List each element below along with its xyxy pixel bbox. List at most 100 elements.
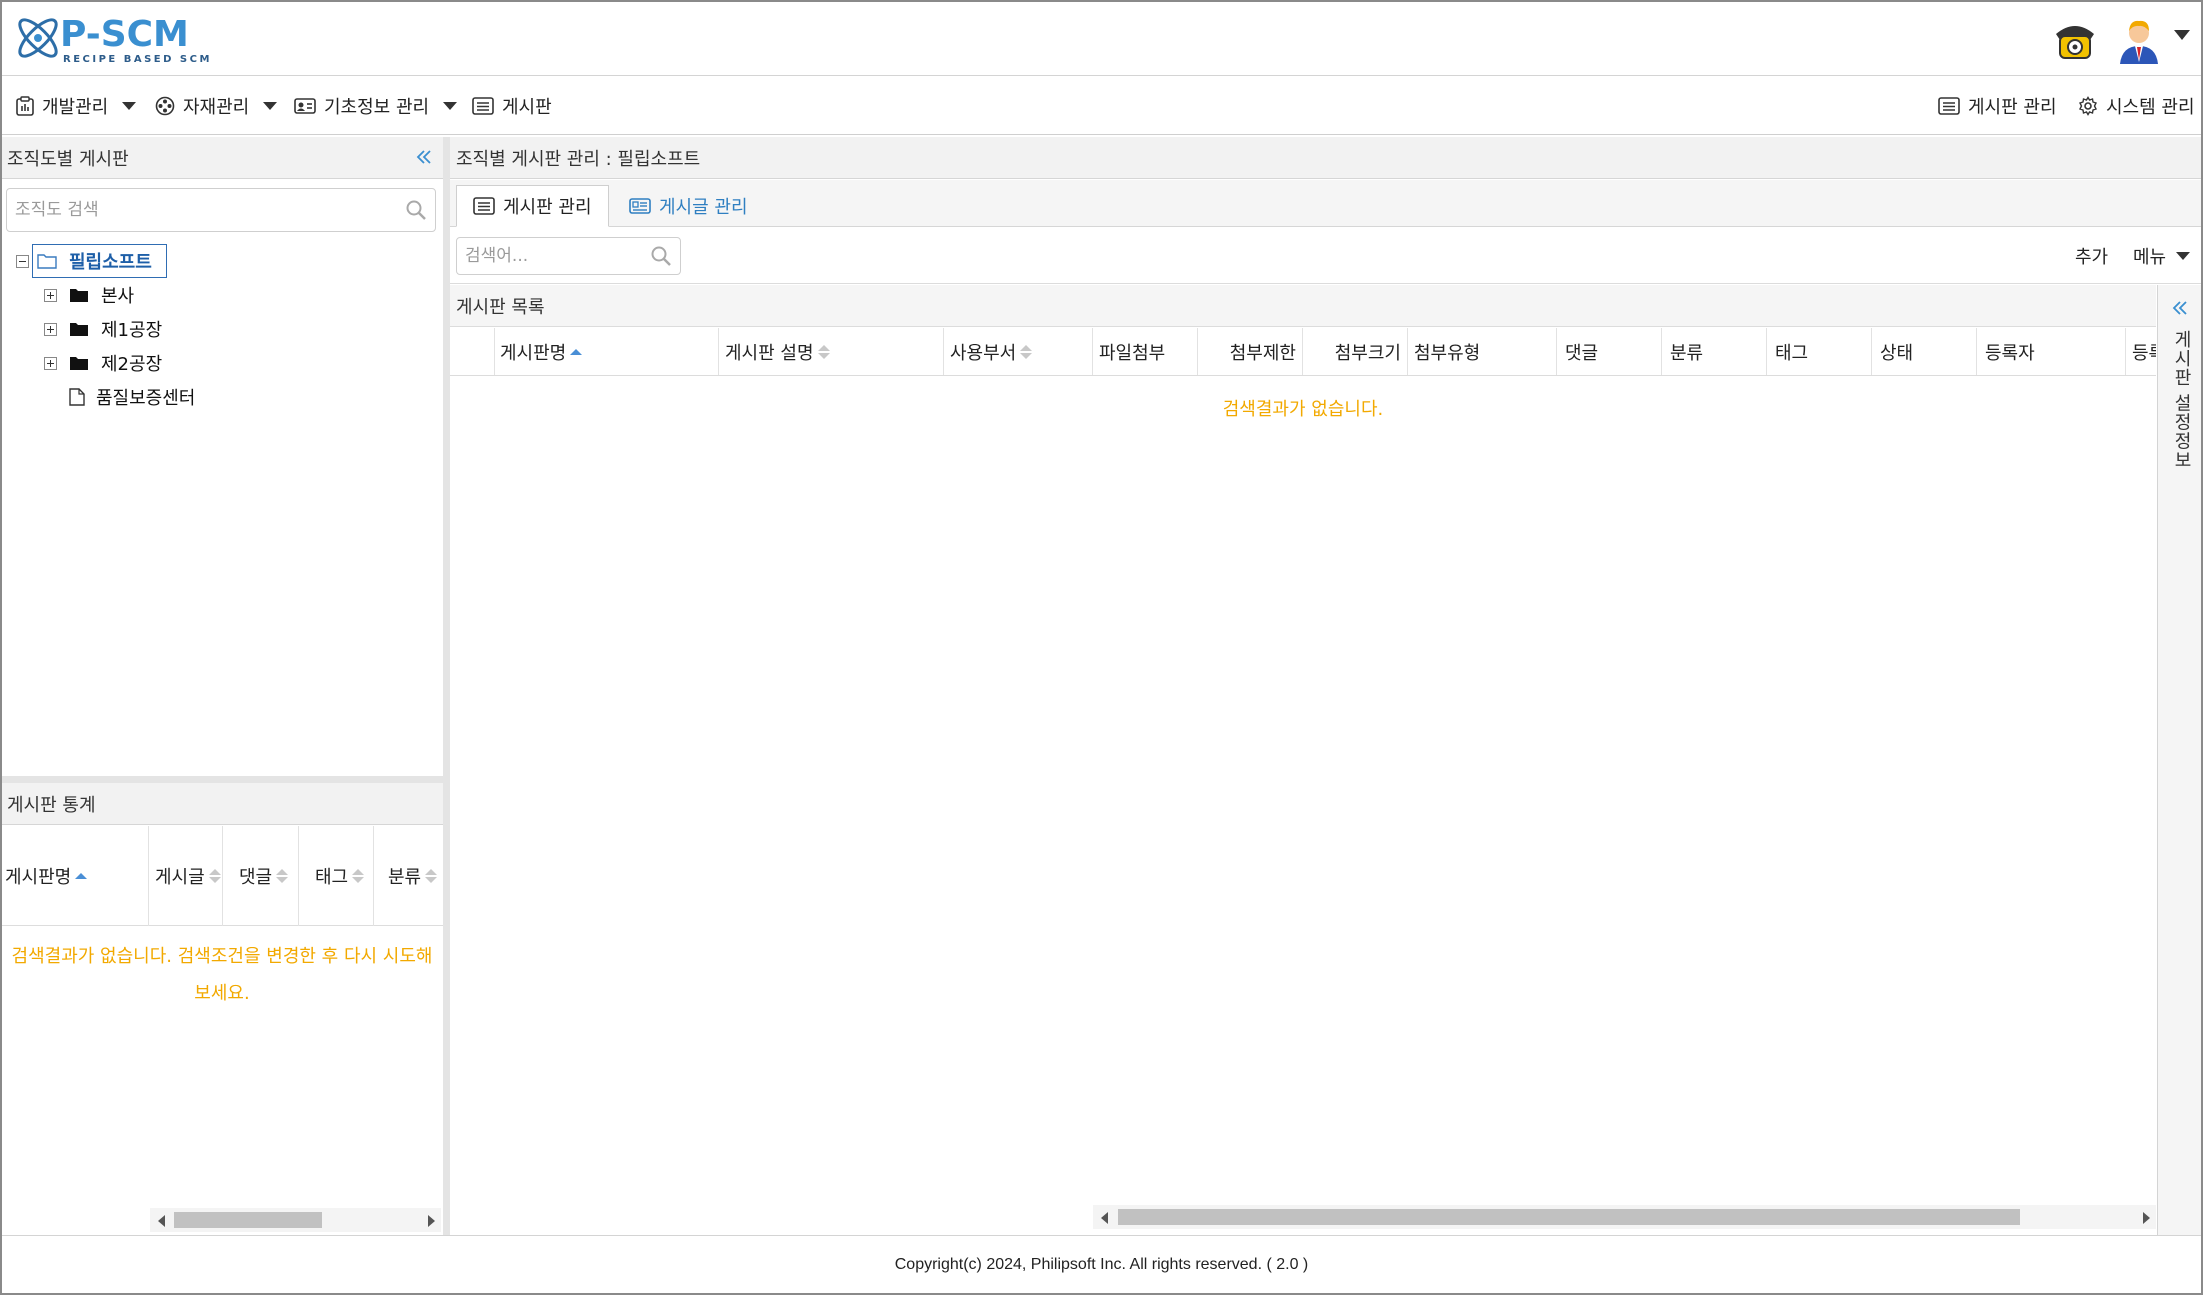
chevron-down-icon <box>443 102 458 110</box>
left-panel-splitter[interactable] <box>2 776 443 783</box>
nav-item-system-admin[interactable]: 시스템 관리 <box>2078 77 2195 135</box>
nav-item-master-data[interactable]: 기초정보 관리 <box>294 77 458 135</box>
column-label: 등록자 <box>1985 343 2035 364</box>
folder-icon <box>70 357 88 370</box>
grid-col-status[interactable]: 상태 <box>1872 328 1977 375</box>
board-toolbar: 추가 메뉴 <box>450 228 2201 284</box>
double-chevron-left-icon[interactable] <box>2171 299 2189 317</box>
expand-toggle-icon[interactable] <box>44 322 57 336</box>
main-content: 조직별 게시판 관리 : 필립소프트 게시판 관리 게시글 관리 추가 메뉴 게… <box>450 137 2201 1235</box>
main-splitter[interactable] <box>443 137 450 1235</box>
column-label: 댓글 <box>1565 343 1599 364</box>
tree-node-plant1[interactable]: 제1공장 <box>44 313 162 345</box>
tab-board-manage[interactable]: 게시판 관리 <box>456 185 609 227</box>
nav-item-materials[interactable]: 자재관리 <box>155 77 278 135</box>
nav-label: 게시판 관리 <box>1968 97 2057 118</box>
search-icon[interactable] <box>650 245 672 267</box>
tree-node-qa-center[interactable]: 품질보증센터 <box>69 381 195 413</box>
column-label: 게시판명 <box>500 343 567 364</box>
collapse-toggle-icon[interactable] <box>16 254 29 268</box>
grid-col-attach-type[interactable]: 첨부유형 <box>1408 328 1557 375</box>
column-label: 댓글 <box>239 867 273 888</box>
column-label: 상태 <box>1880 343 1914 364</box>
scrollbar-thumb[interactable] <box>174 1212 322 1228</box>
nav-item-board[interactable]: 게시판 <box>472 77 552 135</box>
chevron-down-icon <box>2176 252 2191 260</box>
id-card-icon <box>294 98 316 114</box>
gear-icon <box>2079 96 2097 116</box>
grid-horizontal-scrollbar[interactable] <box>1093 1205 2156 1229</box>
tree-node-root[interactable]: 필립소프트 <box>16 245 152 277</box>
side-panel-label: 게시판 설정정보 <box>2171 330 2192 470</box>
stats-col-comments[interactable]: 댓글 <box>223 826 299 926</box>
sort-icon <box>817 345 830 359</box>
nav-label: 기초정보 관리 <box>324 97 430 118</box>
grid-col-board-desc[interactable]: 게시판 설명 <box>719 328 944 375</box>
nav-item-development[interactable]: 개발관리 <box>16 77 137 135</box>
stats-col-board-name[interactable]: 게시판명 <box>2 826 149 926</box>
menu-button[interactable]: 메뉴 <box>2133 228 2191 284</box>
org-search-input[interactable] <box>15 200 351 220</box>
add-button[interactable]: 추가 <box>2075 228 2108 284</box>
user-menu-caret-icon[interactable] <box>2174 30 2190 40</box>
top-header: P-SCM RECIPE BASED SCM <box>2 2 2201 76</box>
user-avatar-icon[interactable] <box>2114 16 2164 64</box>
grid-col-attach-limit[interactable]: 첨부제한 <box>1198 328 1303 375</box>
search-icon[interactable] <box>405 199 427 221</box>
stats-col-category[interactable]: 분류 <box>374 826 443 926</box>
scroll-right-icon[interactable] <box>2143 1212 2150 1224</box>
list-title: 게시판 목록 <box>456 296 545 318</box>
logo-subtitle: RECIPE BASED SCM <box>63 54 212 65</box>
scroll-right-icon[interactable] <box>428 1215 435 1227</box>
board-stats-header: 게시판 통계 <box>2 783 443 825</box>
list-icon <box>1938 97 1960 115</box>
tab-post-manage[interactable]: 게시글 관리 <box>613 185 764 227</box>
org-search-field[interactable] <box>6 188 436 232</box>
nav-label: 게시판 <box>502 97 552 118</box>
chevron-down-icon <box>122 102 137 110</box>
sort-icon <box>208 869 221 883</box>
stats-col-posts[interactable]: 게시글 <box>149 826 223 926</box>
grid-col-board-name[interactable]: 게시판명 <box>495 328 719 375</box>
grid-col-registered[interactable]: 등록 <box>2126 328 2156 375</box>
folder-open-icon <box>37 254 57 269</box>
clipboard-icon <box>16 96 34 116</box>
document-icon <box>69 388 85 406</box>
scroll-left-icon[interactable] <box>1101 1212 1108 1224</box>
scrollbar-thumb[interactable] <box>1118 1209 2020 1225</box>
grid-col-tags[interactable]: 태그 <box>1767 328 1872 375</box>
stats-horizontal-scrollbar[interactable] <box>150 1208 441 1232</box>
page-title: 조직별 게시판 관리 : 필립소프트 <box>456 148 701 170</box>
grid-col-category[interactable]: 분류 <box>1662 328 1767 375</box>
tree-node-label: 제2공장 <box>101 354 163 375</box>
grid-col-file-attach[interactable]: 파일첨부 <box>1093 328 1198 375</box>
board-search-input[interactable] <box>465 246 637 266</box>
column-label: 첨부제한 <box>1229 343 1296 364</box>
org-board-header: 조직도별 게시판 <box>2 137 443 179</box>
nav-item-board-admin[interactable]: 게시판 관리 <box>1938 77 2057 135</box>
folder-icon <box>70 289 88 302</box>
board-search-field[interactable] <box>456 237 681 275</box>
tree-node-hq[interactable]: 본사 <box>44 279 134 311</box>
expand-toggle-icon[interactable] <box>44 356 57 370</box>
menu-button-label: 메뉴 <box>2133 247 2167 268</box>
column-label: 파일첨부 <box>1099 343 1166 364</box>
board-settings-side-panel[interactable]: 게시판 설정정보 <box>2157 285 2201 1235</box>
scroll-left-icon[interactable] <box>158 1215 165 1227</box>
double-chevron-left-icon[interactable] <box>415 148 433 166</box>
stats-col-tags[interactable]: 태그 <box>299 826 374 926</box>
board-grid-header: 게시판명 게시판 설명 사용부서 파일첨부 첨부제한 첨부크기 첨부유형 댓글 … <box>450 328 2156 376</box>
phone-icon[interactable] <box>2050 16 2100 64</box>
grid-col-select[interactable] <box>450 328 495 375</box>
expand-toggle-icon[interactable] <box>44 288 57 302</box>
grid-col-registrant[interactable]: 등록자 <box>1977 328 2126 375</box>
app-logo[interactable]: P-SCM RECIPE BASED SCM <box>14 10 254 68</box>
tab-label: 게시판 관리 <box>503 197 592 218</box>
main-nav: 개발관리 자재관리 기초정보 관리 게시판 게시판 관리 시스템 관리 <box>2 77 2201 135</box>
chevron-down-icon <box>263 102 278 110</box>
logo-title: P-SCM <box>60 14 189 55</box>
grid-col-attach-size[interactable]: 첨부크기 <box>1303 328 1408 375</box>
grid-col-department[interactable]: 사용부서 <box>944 328 1093 375</box>
grid-col-comments[interactable]: 댓글 <box>1557 328 1662 375</box>
tree-node-plant2[interactable]: 제2공장 <box>44 347 162 379</box>
